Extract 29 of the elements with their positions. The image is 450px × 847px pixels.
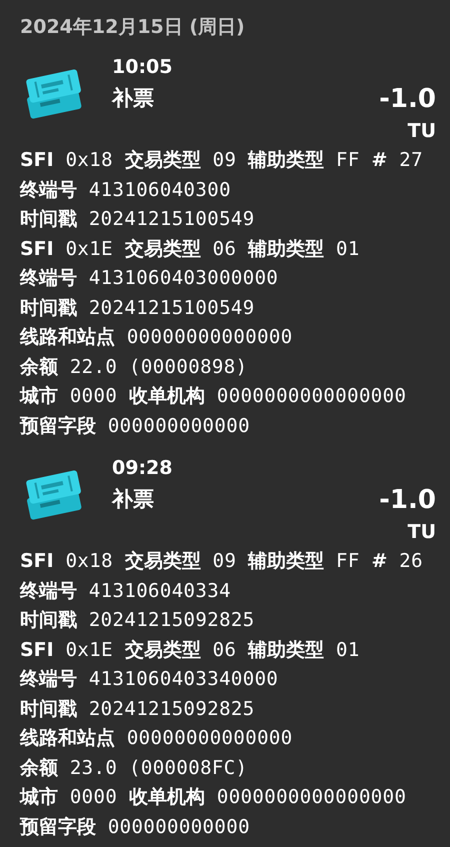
detail-line: 时间戳 20241215100549 xyxy=(20,207,255,232)
detail-line: 预留字段 000000000000 xyxy=(20,814,250,840)
detail-line: SFI 0x18 交易类型 09 辅助类型 FF # 26 xyxy=(20,549,423,574)
detail-line: 城市 0000 收单机构 0000000000000000 xyxy=(20,785,406,810)
amount-value: -1.0 xyxy=(379,84,436,114)
transaction-title: 补票 xyxy=(112,486,155,513)
detail-line: SFI 0x1E 交易类型 06 辅助类型 01 xyxy=(20,638,360,662)
detail-line: 终端号 4131060403340000 xyxy=(20,667,278,692)
detail-line: 余额 23.0 (000008FC) xyxy=(20,756,248,780)
detail-line: 终端号 4131060403000000 xyxy=(20,266,278,291)
time-label: 10:05 xyxy=(112,55,172,80)
detail-line: SFI 0x18 交易类型 09 辅助类型 FF # 27 xyxy=(20,148,423,173)
detail-line: 城市 0000 收单机构 0000000000000000 xyxy=(20,384,406,409)
detail-line: 预留字段 000000000000 xyxy=(20,414,250,438)
detail-line: 时间戳 20241215092825 xyxy=(20,608,255,633)
time-label: 09:28 xyxy=(112,456,172,481)
detail-line: 终端号 413106040334 xyxy=(20,578,231,604)
transaction-title: 补票 xyxy=(112,85,155,112)
detail-line: SFI 0x1E 交易类型 06 辅助类型 01 xyxy=(20,236,360,262)
unit-label: TU xyxy=(408,520,436,545)
amount-value: -1.0 xyxy=(379,485,436,515)
date-heading: 2024年12月15日 (周日) xyxy=(19,15,246,40)
detail-line: 余额 22.0 (00000898) xyxy=(20,354,248,380)
detail-line: 终端号 413106040300 xyxy=(20,178,231,202)
detail-line: 线路和站点 00000000000000 xyxy=(20,325,293,350)
detail-line: 时间戳 20241215100549 xyxy=(20,296,255,320)
detail-line: 线路和站点 00000000000000 xyxy=(20,726,293,751)
unit-label: TU xyxy=(408,119,436,144)
detail-line: 时间戳 20241215092825 xyxy=(20,696,255,722)
